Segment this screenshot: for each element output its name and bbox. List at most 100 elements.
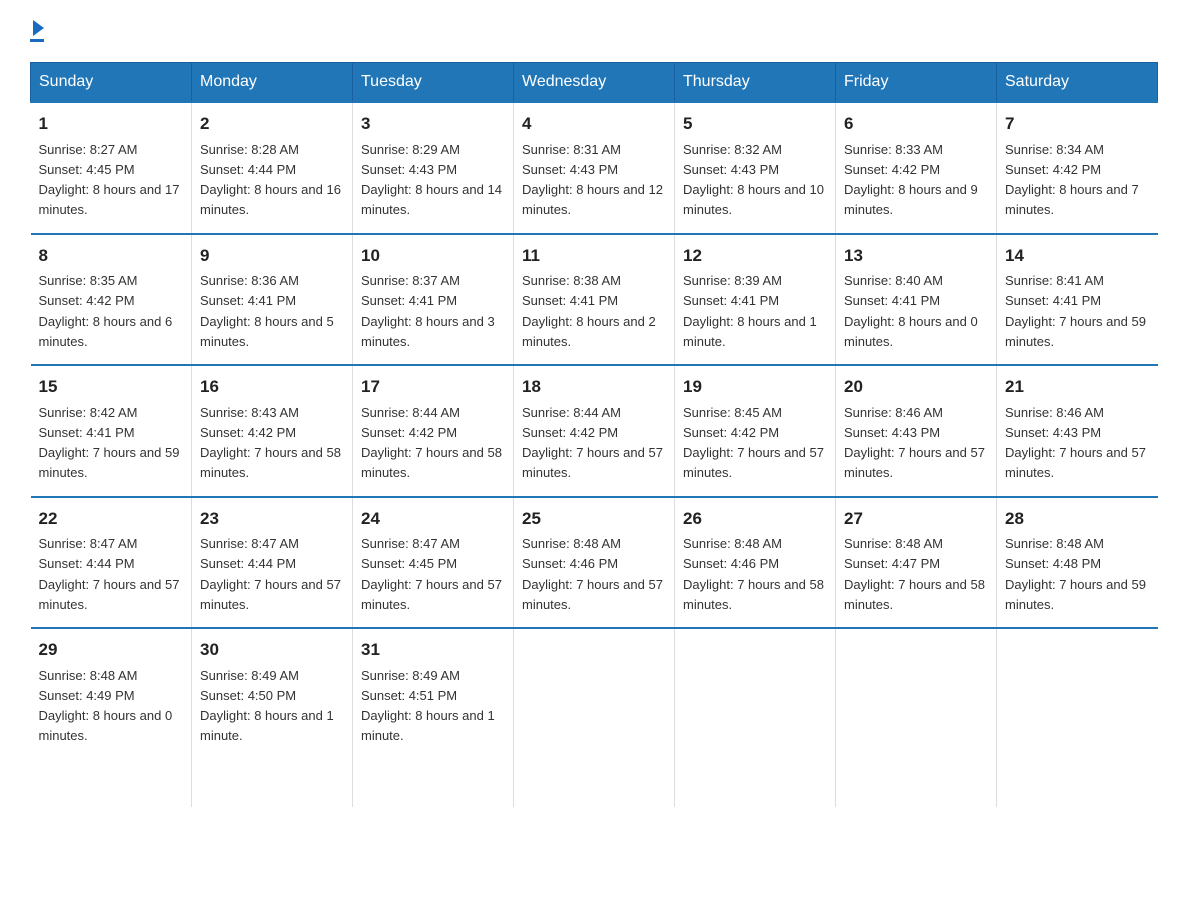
calendar-week-row: 8 Sunrise: 8:35 AMSunset: 4:42 PMDayligh… — [31, 234, 1158, 366]
day-info: Sunrise: 8:48 AMSunset: 4:46 PMDaylight:… — [522, 536, 663, 612]
day-info: Sunrise: 8:47 AMSunset: 4:44 PMDaylight:… — [200, 536, 341, 612]
day-number: 26 — [683, 506, 827, 532]
day-info: Sunrise: 8:48 AMSunset: 4:47 PMDaylight:… — [844, 536, 985, 612]
day-info: Sunrise: 8:33 AMSunset: 4:42 PMDaylight:… — [844, 142, 978, 218]
day-info: Sunrise: 8:31 AMSunset: 4:43 PMDaylight:… — [522, 142, 663, 218]
day-info: Sunrise: 8:37 AMSunset: 4:41 PMDaylight:… — [361, 273, 495, 349]
day-number: 10 — [361, 243, 505, 269]
day-header-wednesday: Wednesday — [514, 63, 675, 103]
calendar-cell: 20 Sunrise: 8:46 AMSunset: 4:43 PMDaylig… — [836, 365, 997, 497]
calendar-body: 1 Sunrise: 8:27 AMSunset: 4:45 PMDayligh… — [31, 102, 1158, 807]
calendar-cell — [675, 628, 836, 807]
calendar-cell: 4 Sunrise: 8:31 AMSunset: 4:43 PMDayligh… — [514, 102, 675, 234]
logo-underline — [30, 39, 44, 42]
day-number: 9 — [200, 243, 344, 269]
calendar-week-row: 29 Sunrise: 8:48 AMSunset: 4:49 PMDaylig… — [31, 628, 1158, 807]
calendar-cell: 30 Sunrise: 8:49 AMSunset: 4:50 PMDaylig… — [192, 628, 353, 807]
calendar-week-row: 15 Sunrise: 8:42 AMSunset: 4:41 PMDaylig… — [31, 365, 1158, 497]
day-info: Sunrise: 8:40 AMSunset: 4:41 PMDaylight:… — [844, 273, 978, 349]
logo — [30, 20, 44, 42]
page-header — [30, 20, 1158, 42]
calendar-cell — [997, 628, 1158, 807]
day-number: 23 — [200, 506, 344, 532]
day-number: 14 — [1005, 243, 1150, 269]
calendar-cell: 8 Sunrise: 8:35 AMSunset: 4:42 PMDayligh… — [31, 234, 192, 366]
calendar-cell: 13 Sunrise: 8:40 AMSunset: 4:41 PMDaylig… — [836, 234, 997, 366]
calendar-cell: 19 Sunrise: 8:45 AMSunset: 4:42 PMDaylig… — [675, 365, 836, 497]
calendar-cell: 1 Sunrise: 8:27 AMSunset: 4:45 PMDayligh… — [31, 102, 192, 234]
calendar-cell: 29 Sunrise: 8:48 AMSunset: 4:49 PMDaylig… — [31, 628, 192, 807]
day-info: Sunrise: 8:49 AMSunset: 4:51 PMDaylight:… — [361, 668, 495, 744]
day-info: Sunrise: 8:44 AMSunset: 4:42 PMDaylight:… — [361, 405, 502, 481]
day-number: 3 — [361, 111, 505, 137]
day-number: 21 — [1005, 374, 1150, 400]
day-number: 31 — [361, 637, 505, 663]
day-number: 30 — [200, 637, 344, 663]
calendar-cell — [514, 628, 675, 807]
day-number: 7 — [1005, 111, 1150, 137]
day-number: 6 — [844, 111, 988, 137]
calendar-cell: 2 Sunrise: 8:28 AMSunset: 4:44 PMDayligh… — [192, 102, 353, 234]
day-info: Sunrise: 8:36 AMSunset: 4:41 PMDaylight:… — [200, 273, 334, 349]
day-info: Sunrise: 8:48 AMSunset: 4:46 PMDaylight:… — [683, 536, 824, 612]
calendar-cell: 27 Sunrise: 8:48 AMSunset: 4:47 PMDaylig… — [836, 497, 997, 629]
day-info: Sunrise: 8:48 AMSunset: 4:48 PMDaylight:… — [1005, 536, 1146, 612]
calendar-cell: 7 Sunrise: 8:34 AMSunset: 4:42 PMDayligh… — [997, 102, 1158, 234]
day-info: Sunrise: 8:45 AMSunset: 4:42 PMDaylight:… — [683, 405, 824, 481]
calendar-cell: 21 Sunrise: 8:46 AMSunset: 4:43 PMDaylig… — [997, 365, 1158, 497]
day-number: 12 — [683, 243, 827, 269]
calendar-cell: 9 Sunrise: 8:36 AMSunset: 4:41 PMDayligh… — [192, 234, 353, 366]
day-number: 24 — [361, 506, 505, 532]
day-header-saturday: Saturday — [997, 63, 1158, 103]
calendar-cell: 22 Sunrise: 8:47 AMSunset: 4:44 PMDaylig… — [31, 497, 192, 629]
day-number: 27 — [844, 506, 988, 532]
day-number: 29 — [39, 637, 184, 663]
day-info: Sunrise: 8:47 AMSunset: 4:44 PMDaylight:… — [39, 536, 180, 612]
calendar-cell: 15 Sunrise: 8:42 AMSunset: 4:41 PMDaylig… — [31, 365, 192, 497]
day-number: 16 — [200, 374, 344, 400]
day-info: Sunrise: 8:41 AMSunset: 4:41 PMDaylight:… — [1005, 273, 1146, 349]
day-info: Sunrise: 8:28 AMSunset: 4:44 PMDaylight:… — [200, 142, 341, 218]
day-number: 19 — [683, 374, 827, 400]
day-header-sunday: Sunday — [31, 63, 192, 103]
day-number: 4 — [522, 111, 666, 137]
calendar-week-row: 22 Sunrise: 8:47 AMSunset: 4:44 PMDaylig… — [31, 497, 1158, 629]
day-number: 17 — [361, 374, 505, 400]
calendar-cell: 24 Sunrise: 8:47 AMSunset: 4:45 PMDaylig… — [353, 497, 514, 629]
calendar-cell: 23 Sunrise: 8:47 AMSunset: 4:44 PMDaylig… — [192, 497, 353, 629]
day-number: 18 — [522, 374, 666, 400]
calendar-cell: 10 Sunrise: 8:37 AMSunset: 4:41 PMDaylig… — [353, 234, 514, 366]
day-info: Sunrise: 8:43 AMSunset: 4:42 PMDaylight:… — [200, 405, 341, 481]
logo-arrow-icon — [33, 20, 44, 36]
day-number: 11 — [522, 243, 666, 269]
day-info: Sunrise: 8:29 AMSunset: 4:43 PMDaylight:… — [361, 142, 502, 218]
day-info: Sunrise: 8:35 AMSunset: 4:42 PMDaylight:… — [39, 273, 173, 349]
calendar-cell: 18 Sunrise: 8:44 AMSunset: 4:42 PMDaylig… — [514, 365, 675, 497]
day-header-row: SundayMondayTuesdayWednesdayThursdayFrid… — [31, 63, 1158, 103]
calendar-cell: 28 Sunrise: 8:48 AMSunset: 4:48 PMDaylig… — [997, 497, 1158, 629]
calendar-cell: 14 Sunrise: 8:41 AMSunset: 4:41 PMDaylig… — [997, 234, 1158, 366]
day-header-monday: Monday — [192, 63, 353, 103]
day-header-thursday: Thursday — [675, 63, 836, 103]
day-number: 13 — [844, 243, 988, 269]
day-number: 5 — [683, 111, 827, 137]
day-number: 15 — [39, 374, 184, 400]
day-number: 25 — [522, 506, 666, 532]
day-info: Sunrise: 8:46 AMSunset: 4:43 PMDaylight:… — [1005, 405, 1146, 481]
day-info: Sunrise: 8:48 AMSunset: 4:49 PMDaylight:… — [39, 668, 173, 744]
day-number: 20 — [844, 374, 988, 400]
day-info: Sunrise: 8:42 AMSunset: 4:41 PMDaylight:… — [39, 405, 180, 481]
day-number: 22 — [39, 506, 184, 532]
calendar-header: SundayMondayTuesdayWednesdayThursdayFrid… — [31, 63, 1158, 103]
day-number: 1 — [39, 111, 184, 137]
day-info: Sunrise: 8:46 AMSunset: 4:43 PMDaylight:… — [844, 405, 985, 481]
day-info: Sunrise: 8:34 AMSunset: 4:42 PMDaylight:… — [1005, 142, 1139, 218]
day-number: 8 — [39, 243, 184, 269]
day-header-tuesday: Tuesday — [353, 63, 514, 103]
day-info: Sunrise: 8:44 AMSunset: 4:42 PMDaylight:… — [522, 405, 663, 481]
day-info: Sunrise: 8:49 AMSunset: 4:50 PMDaylight:… — [200, 668, 334, 744]
calendar-week-row: 1 Sunrise: 8:27 AMSunset: 4:45 PMDayligh… — [31, 102, 1158, 234]
day-info: Sunrise: 8:32 AMSunset: 4:43 PMDaylight:… — [683, 142, 824, 218]
calendar-table: SundayMondayTuesdayWednesdayThursdayFrid… — [30, 62, 1158, 807]
calendar-cell: 5 Sunrise: 8:32 AMSunset: 4:43 PMDayligh… — [675, 102, 836, 234]
